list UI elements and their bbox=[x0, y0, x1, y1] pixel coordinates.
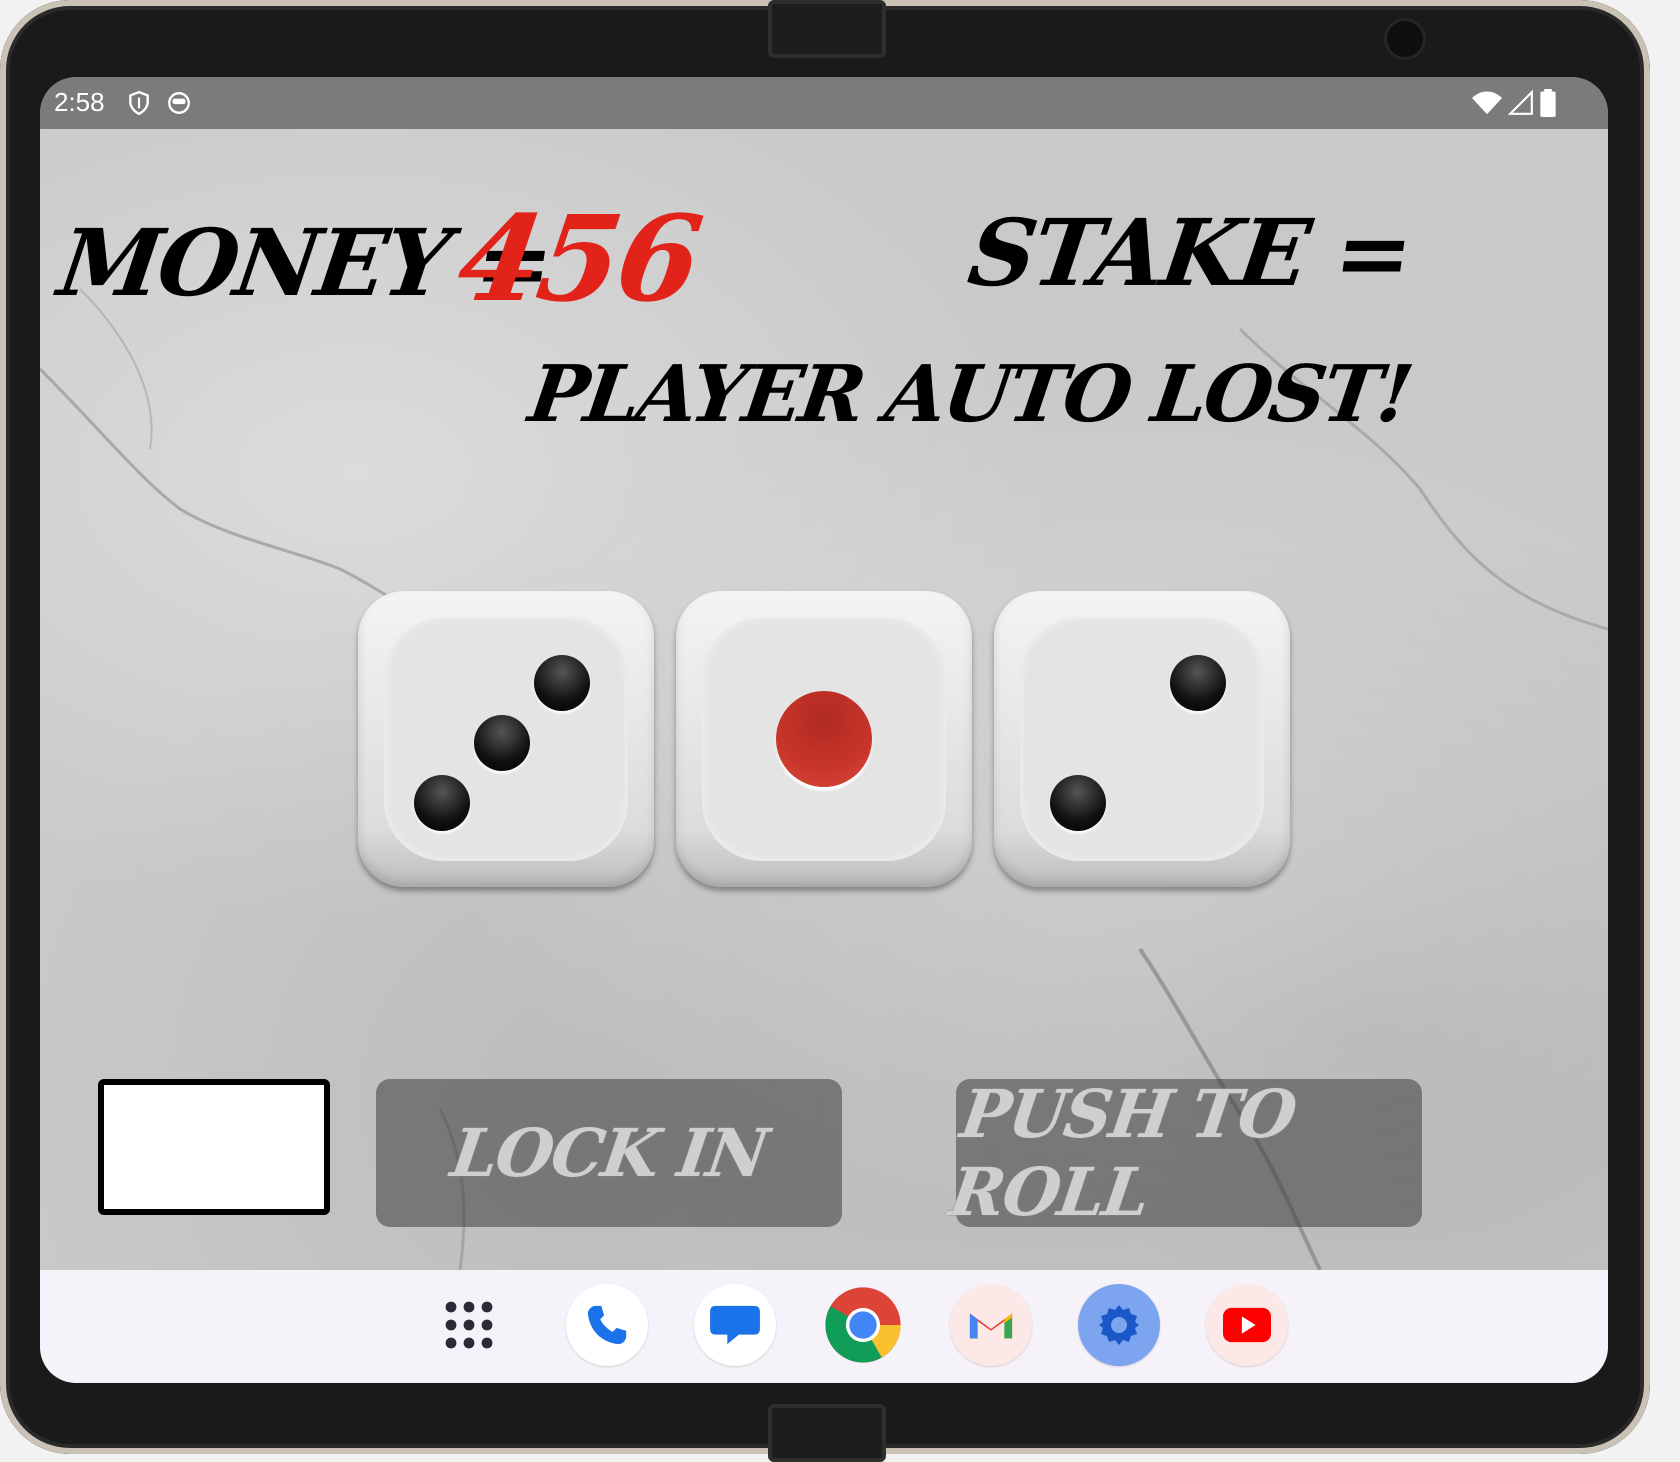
push-to-roll-label: PUSH TO ROLL bbox=[945, 1075, 1300, 1231]
lock-in-button[interactable]: LOCK IN bbox=[376, 1079, 842, 1227]
app-drawer-icon[interactable] bbox=[428, 1284, 510, 1366]
shield-icon bbox=[129, 90, 149, 116]
phone-icon[interactable] bbox=[566, 1284, 648, 1366]
die-1[interactable] bbox=[358, 591, 654, 887]
stake-input[interactable] bbox=[98, 1079, 330, 1215]
die-face bbox=[702, 617, 946, 861]
die-pip bbox=[534, 655, 590, 711]
die-pip bbox=[474, 715, 530, 771]
die-3[interactable] bbox=[994, 591, 1290, 887]
hinge-bottom bbox=[768, 1404, 886, 1462]
push-to-roll-button[interactable]: PUSH TO ROLL bbox=[945, 1075, 1422, 1231]
screen: 2:58 MONEY = 456 STAKE = PLAYER AUTO LOS… bbox=[40, 77, 1608, 1383]
status-bar: 2:58 bbox=[40, 77, 1608, 129]
camera-icon bbox=[1384, 18, 1426, 60]
hinge-top bbox=[768, 0, 886, 58]
wifi-icon bbox=[1472, 91, 1502, 115]
die-pip-red bbox=[776, 691, 872, 787]
money-value: 456 bbox=[450, 189, 708, 328]
messages-icon[interactable] bbox=[694, 1284, 776, 1366]
gmail-icon[interactable] bbox=[950, 1284, 1032, 1366]
status-time: 2:58 bbox=[54, 87, 105, 117]
youtube-icon[interactable] bbox=[1206, 1284, 1288, 1366]
face-icon bbox=[168, 92, 190, 114]
result-message: PLAYER AUTO LOST! bbox=[523, 349, 1416, 440]
device-frame: 2:58 MONEY = 456 STAKE = PLAYER AUTO LOS… bbox=[0, 0, 1650, 1462]
battery-icon bbox=[1540, 89, 1556, 117]
app-dock bbox=[40, 1270, 1608, 1383]
die-pip bbox=[1170, 655, 1226, 711]
game-area: MONEY = 456 STAKE = PLAYER AUTO LOST! LO… bbox=[40, 129, 1608, 1270]
settings-icon[interactable] bbox=[1078, 1284, 1160, 1366]
stake-label: STAKE = bbox=[962, 199, 1418, 307]
die-pip bbox=[414, 775, 470, 831]
die-face bbox=[384, 617, 628, 861]
dice-row bbox=[358, 591, 1290, 887]
die-face bbox=[1020, 617, 1264, 861]
status-right-icons bbox=[1472, 89, 1556, 117]
chrome-icon[interactable] bbox=[822, 1284, 904, 1366]
signal-icon bbox=[1508, 90, 1533, 115]
die-2[interactable] bbox=[676, 591, 972, 887]
die-pip bbox=[1050, 775, 1106, 831]
lock-in-label: LOCK IN bbox=[446, 1114, 772, 1192]
